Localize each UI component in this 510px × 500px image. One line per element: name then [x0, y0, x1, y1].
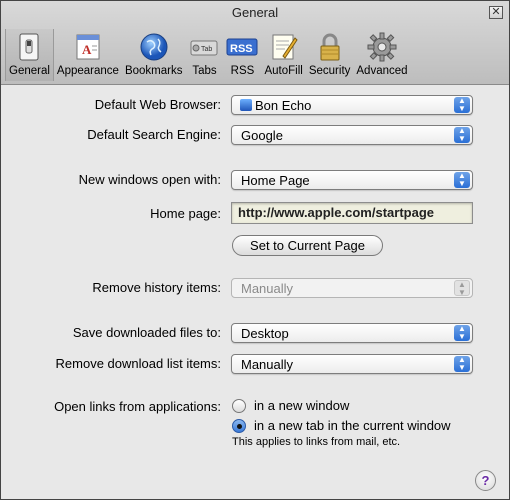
globe-icon: [138, 31, 170, 63]
open-links-label: Open links from applications:: [54, 399, 221, 414]
tabs-icon: Tab: [188, 31, 220, 63]
window-title: General: [231, 5, 279, 20]
tab-tabs-label: Tabs: [192, 65, 217, 77]
save-downloads-label: Save downloaded files to:: [72, 325, 221, 340]
radio-new-window[interactable]: [232, 399, 246, 413]
rss-icon: RSS: [226, 31, 258, 63]
tab-general-label: General: [9, 65, 50, 77]
remove-history-popup[interactable]: Manually ▲ ▼: [231, 278, 473, 298]
browser-app-icon: [240, 99, 252, 111]
search-engine-popup[interactable]: Google ▲ ▼: [231, 125, 473, 145]
tab-security[interactable]: Security: [306, 29, 354, 81]
popup-arrows-icon: ▲ ▼: [454, 325, 470, 341]
tab-bookmarks-label: Bookmarks: [124, 65, 183, 77]
popup-arrows-icon: ▲ ▼: [454, 356, 470, 372]
tab-advanced[interactable]: Advanced: [353, 29, 410, 81]
remove-download-list-popup[interactable]: Manually ▲ ▼: [231, 354, 473, 374]
svg-text:Tab: Tab: [201, 46, 212, 53]
preferences-window: General ✕ General A Appearance Bookmarks…: [0, 0, 510, 500]
popup-arrows-icon: ▲ ▼: [454, 280, 470, 297]
search-engine-value: Google: [241, 128, 283, 143]
help-button[interactable]: ?: [475, 470, 496, 491]
popup-arrows-icon: ▲ ▼: [454, 127, 470, 143]
default-browser-label: Default Web Browser:: [94, 97, 221, 112]
tab-autofill-label: AutoFill: [264, 65, 303, 77]
svg-text:RSS: RSS: [230, 43, 253, 55]
switch-icon: [13, 31, 45, 63]
remove-download-list-value: Manually: [241, 357, 294, 372]
tab-security-label: Security: [308, 65, 351, 77]
radio-new-tab[interactable]: [232, 419, 246, 433]
home-page-label: Home page:: [150, 206, 221, 221]
tab-advanced-label: Advanced: [356, 65, 408, 77]
tab-general[interactable]: General: [5, 29, 54, 81]
remove-download-list-label: Remove download list items:: [55, 356, 221, 371]
svg-text:A: A: [82, 42, 92, 57]
appearance-icon: A: [72, 31, 104, 63]
tab-autofill[interactable]: AutoFill: [261, 29, 305, 81]
default-browser-value: Bon Echo: [255, 98, 312, 113]
save-downloads-popup[interactable]: Desktop ▲ ▼: [231, 323, 473, 343]
radio-new-window-label[interactable]: in a new window: [254, 398, 349, 413]
tab-appearance[interactable]: A Appearance: [54, 29, 122, 81]
popup-arrows-icon: ▲ ▼: [454, 97, 470, 113]
remove-history-value: Manually: [241, 281, 294, 296]
new-windows-value: Home Page: [241, 173, 310, 188]
set-to-current-page-button[interactable]: Set to Current Page: [232, 235, 383, 256]
popup-arrows-icon: ▲ ▼: [454, 172, 470, 188]
close-icon: ✕: [491, 6, 501, 18]
home-page-field[interactable]: http://www.apple.com/startpage: [231, 202, 473, 224]
gear-icon: [366, 31, 398, 63]
titlebar: General ✕ General A Appearance Bookmarks…: [1, 1, 509, 85]
general-pane: Default Web Browser: Bon Echo ▲ ▼ Default…: [1, 86, 509, 499]
new-windows-popup[interactable]: Home Page ▲ ▼: [231, 170, 473, 190]
close-button[interactable]: ✕: [489, 6, 503, 19]
lock-icon: [314, 31, 346, 63]
preferences-toolbar: General A Appearance Bookmarks Tab Tabs …: [5, 29, 411, 83]
tab-rss[interactable]: RSS RSS: [223, 29, 261, 81]
tab-rss-label: RSS: [230, 65, 255, 77]
tab-bookmarks[interactable]: Bookmarks: [122, 29, 186, 81]
default-browser-popup[interactable]: Bon Echo ▲ ▼: [231, 95, 473, 115]
new-windows-label: New windows open with:: [78, 172, 221, 187]
remove-history-label: Remove history items:: [92, 280, 221, 295]
autofill-icon: [268, 31, 300, 63]
home-page-value: http://www.apple.com/startpage: [238, 205, 434, 220]
tab-tabs[interactable]: Tab Tabs: [185, 29, 223, 81]
radio-new-tab-label[interactable]: in a new tab in the current window: [254, 418, 451, 433]
open-links-note: This applies to links from mail, etc.: [232, 436, 401, 448]
search-engine-label: Default Search Engine:: [87, 127, 221, 142]
tab-appearance-label: Appearance: [56, 65, 119, 77]
save-downloads-value: Desktop: [241, 326, 289, 341]
